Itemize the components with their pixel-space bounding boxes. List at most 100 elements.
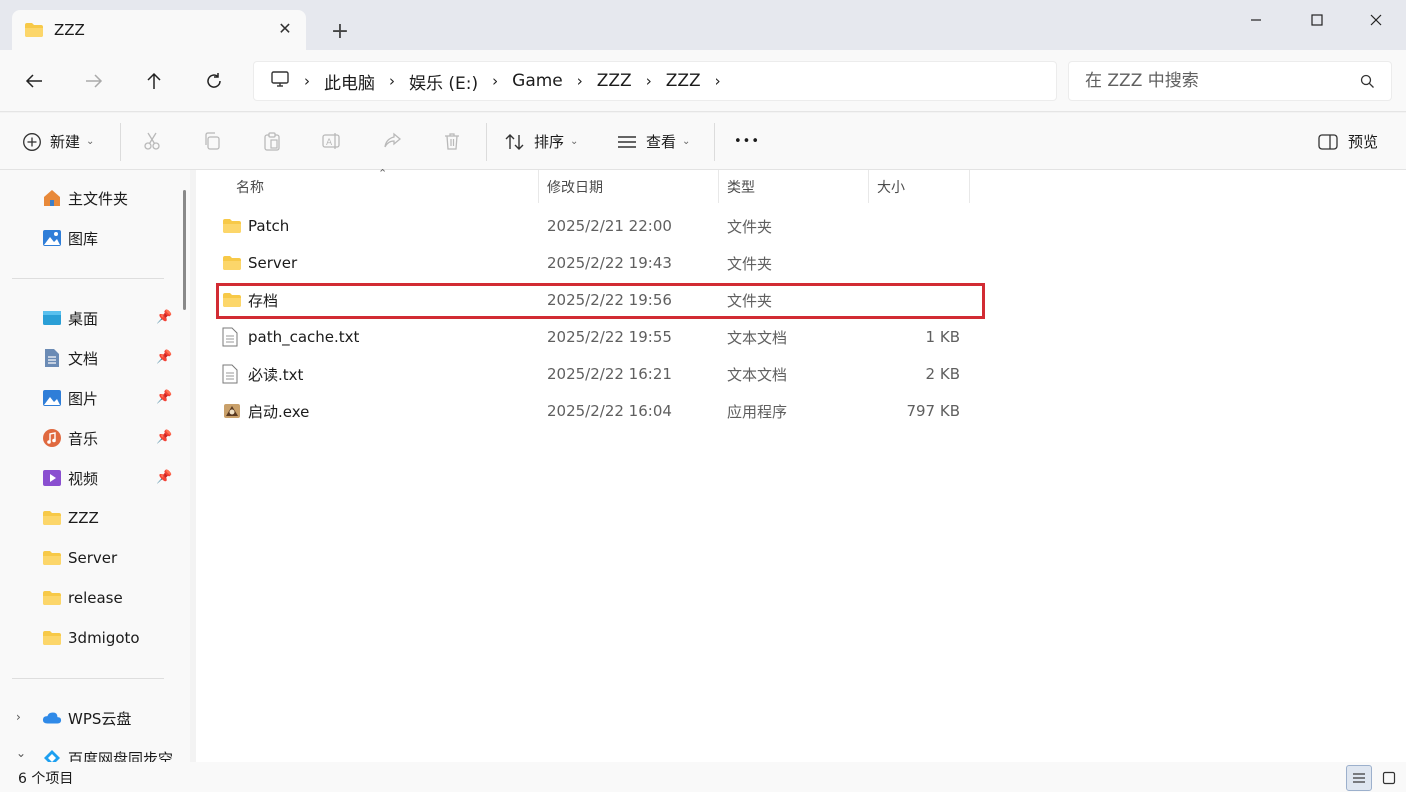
rename-icon[interactable]: A xyxy=(320,129,344,153)
sidebar-item-label: 桌面 xyxy=(68,309,99,328)
sidebar-item-label: Server xyxy=(68,549,118,567)
sidebar-item-desktop[interactable]: 桌面 xyxy=(42,304,98,332)
details-view-button[interactable] xyxy=(1346,765,1372,791)
sidebar-item-gallery[interactable]: 图库 xyxy=(42,224,98,252)
delete-icon[interactable] xyxy=(440,129,464,153)
search-input[interactable] xyxy=(1085,71,1345,91)
toolbar-divider xyxy=(120,123,121,161)
sort-button[interactable]: 排序 ⌄ xyxy=(504,113,578,170)
pin-icon[interactable]: 📌 xyxy=(156,430,172,445)
search-box[interactable] xyxy=(1068,61,1392,101)
breadcrumb-game[interactable]: Game xyxy=(512,71,563,91)
column-header-type[interactable]: 类型 xyxy=(727,170,755,203)
chevron-right-icon[interactable]: › xyxy=(389,72,395,90)
search-icon[interactable] xyxy=(1360,74,1375,93)
more-options-button[interactable]: ••• xyxy=(734,113,760,170)
sidebar-item-3dmigoto[interactable]: 3dmigoto xyxy=(42,624,140,652)
column-divider[interactable] xyxy=(868,170,869,203)
table-row[interactable]: 启动.exe 2025/2/22 16:04 应用程序 797 KB xyxy=(218,393,986,429)
video-icon xyxy=(42,468,62,488)
new-tab-button[interactable]: + xyxy=(326,18,354,46)
sidebar-item-label: release xyxy=(68,589,123,607)
close-window-button[interactable] xyxy=(1346,0,1406,40)
table-row[interactable]: path_cache.txt 2025/2/22 19:55 文本文档 1 KB xyxy=(218,319,986,355)
navigation-pane: 主文件夹 图库 桌面 📌 文档 📌 图片 📌 音乐 📌 视频 📌 ZZZ Ser… xyxy=(0,170,190,762)
breadcrumb-zzz-current[interactable]: ZZZ xyxy=(666,71,701,91)
column-header-date[interactable]: 修改日期 xyxy=(547,170,603,203)
pin-icon[interactable]: 📌 xyxy=(156,310,172,325)
item-count: 6 个项目 xyxy=(18,771,74,787)
pin-icon[interactable]: 📌 xyxy=(156,350,172,365)
tab-close-button[interactable]: ✕ xyxy=(274,18,296,40)
maximize-button[interactable] xyxy=(1287,0,1347,40)
breadcrumb-zzz-parent[interactable]: ZZZ xyxy=(597,71,632,91)
breadcrumb-this-pc[interactable]: 此电脑 xyxy=(324,69,375,94)
file-date: 2025/2/22 16:04 xyxy=(547,402,672,420)
file-date: 2025/2/22 16:21 xyxy=(547,365,672,383)
chevron-right-icon[interactable]: › xyxy=(577,72,583,90)
table-row[interactable]: Server 2025/2/22 19:43 文件夹 xyxy=(218,245,986,281)
sidebar-item-label: 百度网盘同步空 xyxy=(68,749,174,763)
tiles-view-button[interactable] xyxy=(1376,765,1402,791)
sort-icon xyxy=(504,133,526,151)
breadcrumb-drive-e[interactable]: 娱乐 (E:) xyxy=(409,69,478,94)
view-button[interactable]: 查看 ⌄ xyxy=(616,113,690,170)
sidebar-item-videos[interactable]: 视频 xyxy=(42,464,98,492)
sidebar-item-music[interactable]: 音乐 xyxy=(42,424,98,452)
minimize-button[interactable] xyxy=(1226,0,1286,40)
chevron-right-icon[interactable]: › xyxy=(715,72,721,90)
preview-pane-button[interactable]: 预览 xyxy=(1318,113,1378,170)
share-icon[interactable] xyxy=(380,129,404,153)
back-button[interactable] xyxy=(18,65,50,97)
sidebar-item-home[interactable]: 主文件夹 xyxy=(42,184,128,212)
folder-icon xyxy=(42,508,62,528)
sidebar-item-server[interactable]: Server xyxy=(42,544,117,572)
sidebar-item-documents[interactable]: 文档 xyxy=(42,344,98,372)
table-row[interactable]: Patch 2025/2/21 22:00 文件夹 xyxy=(218,208,986,244)
sidebar-scrollbar[interactable] xyxy=(183,190,186,310)
sidebar-item-release[interactable]: release xyxy=(42,584,123,612)
sidebar-item-wps-cloud[interactable]: WPS云盘 xyxy=(42,704,131,732)
preview-label: 预览 xyxy=(1348,133,1379,151)
tab-zzz[interactable]: ZZZ ✕ xyxy=(12,10,306,50)
column-divider[interactable] xyxy=(538,170,539,203)
chevron-right-icon[interactable]: › xyxy=(304,72,310,90)
tiles-view-icon xyxy=(1382,771,1396,785)
title-bar: ZZZ ✕ + xyxy=(0,0,1406,50)
pictures-icon xyxy=(42,388,62,408)
sidebar-item-pictures[interactable]: 图片 xyxy=(42,384,98,412)
paste-icon[interactable] xyxy=(260,129,284,153)
this-pc-icon[interactable] xyxy=(270,70,290,92)
new-button[interactable]: 新建 ⌄ xyxy=(22,113,94,170)
chevron-right-icon[interactable]: › xyxy=(16,710,21,724)
chevron-right-icon[interactable]: › xyxy=(646,72,652,90)
column-divider[interactable] xyxy=(718,170,719,203)
sidebar-divider xyxy=(12,278,164,279)
sidebar-item-zzz[interactable]: ZZZ xyxy=(42,504,99,532)
chevron-right-icon[interactable]: › xyxy=(492,72,498,90)
pin-icon[interactable]: 📌 xyxy=(156,470,172,485)
sort-ascending-icon: ⌃ xyxy=(378,167,388,180)
file-name: Server xyxy=(248,254,298,272)
table-row[interactable]: 必读.txt 2025/2/22 16:21 文本文档 2 KB xyxy=(218,356,986,392)
chevron-down-icon[interactable]: ⌄ xyxy=(16,746,26,760)
music-icon xyxy=(42,428,62,448)
cut-icon[interactable] xyxy=(140,129,164,153)
copy-icon[interactable] xyxy=(200,129,224,153)
column-divider[interactable] xyxy=(969,170,970,203)
up-button[interactable] xyxy=(138,65,170,97)
forward-button[interactable] xyxy=(78,65,110,97)
folder-icon xyxy=(42,588,62,608)
navigation-bar: › 此电脑 › 娱乐 (E:) › Game › ZZZ › ZZZ › xyxy=(0,50,1406,112)
refresh-button[interactable] xyxy=(198,65,230,97)
column-header-size[interactable]: 大小 xyxy=(877,170,905,203)
file-list: ⌃ 名称 修改日期 类型 大小 Patch 2025/2/21 22:00 文件… xyxy=(196,167,1406,762)
sidebar-item-baidu-sync[interactable]: 百度网盘同步空 xyxy=(42,744,173,762)
sidebar-item-label: 音乐 xyxy=(68,429,99,448)
pin-icon[interactable]: 📌 xyxy=(156,390,172,405)
column-header-name[interactable]: 名称 xyxy=(236,170,264,203)
sidebar-item-label: 图库 xyxy=(68,229,99,248)
sidebar-item-label: 3dmigoto xyxy=(68,629,140,647)
address-bar[interactable]: › 此电脑 › 娱乐 (E:) › Game › ZZZ › ZZZ › xyxy=(253,61,1057,101)
command-bar: 新建 ⌄ A 排序 ⌄ 查看 ⌄ ••• 预览 xyxy=(0,113,1406,170)
